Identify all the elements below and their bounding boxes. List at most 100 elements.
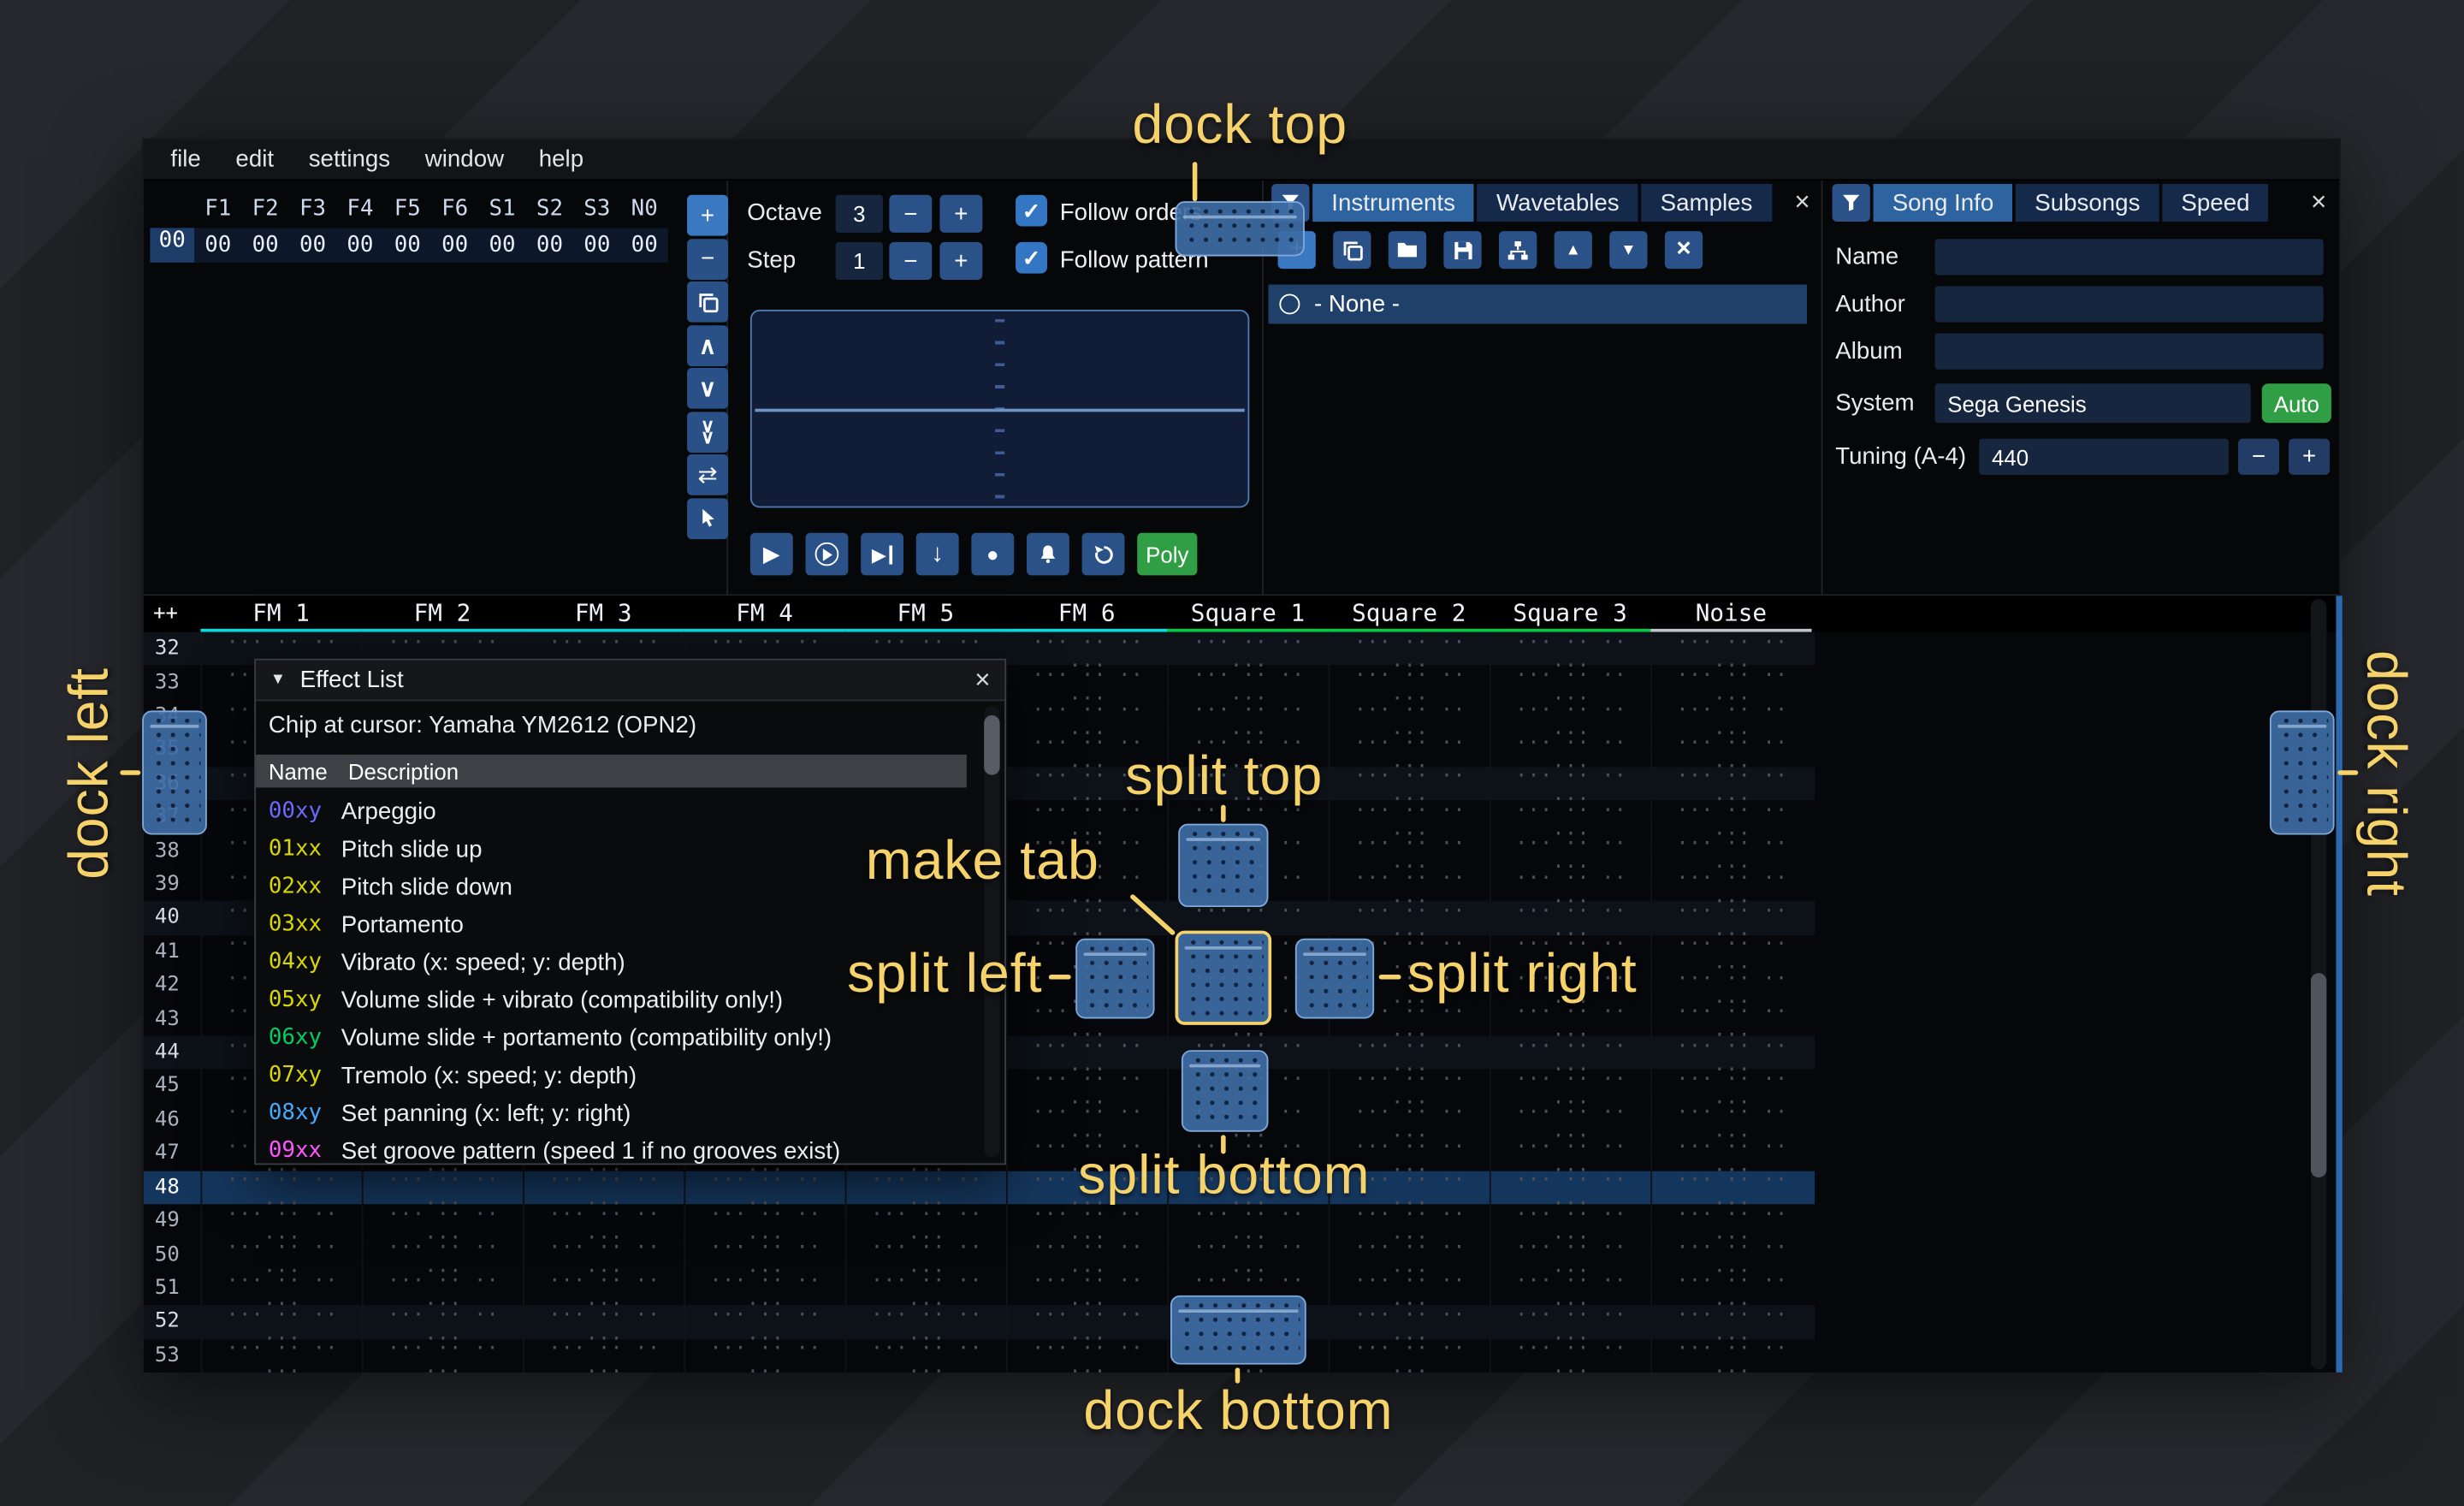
- tab-instruments[interactable]: Instruments: [1312, 184, 1474, 222]
- pattern-row-53[interactable]: 53... .. .. ...... .. .. ...... .. .. ..…: [144, 1338, 1815, 1372]
- effect-row-00xy[interactable]: 00xyArpeggio: [256, 792, 976, 830]
- effect-list-scrollbar-thumb[interactable]: [984, 715, 999, 775]
- order-add-button[interactable]: +: [687, 195, 728, 236]
- instrument-organize-button[interactable]: [1499, 231, 1537, 269]
- channel-header-fm-5[interactable]: FM 5: [845, 596, 1006, 631]
- tab-samples[interactable]: Samples: [1641, 184, 1771, 222]
- order-remove-button[interactable]: −: [687, 238, 728, 279]
- pattern-cell[interactable]: ... .. .. ...: [845, 1332, 1006, 1373]
- pattern-cell[interactable]: ... .. .. ...: [1006, 1332, 1167, 1373]
- split-bottom-target[interactable]: [1182, 1050, 1269, 1132]
- album-input[interactable]: [1935, 333, 2324, 369]
- pattern-cell[interactable]: ... .. .. ...: [1329, 1332, 1490, 1373]
- channel-header-noise[interactable]: Noise: [1650, 596, 1811, 631]
- order-cell-6[interactable]: 00: [478, 233, 525, 258]
- split-left-target[interactable]: [1075, 939, 1154, 1019]
- author-input[interactable]: [1935, 286, 2324, 322]
- channel-header-fm-2[interactable]: FM 2: [362, 596, 523, 631]
- system-auto-button[interactable]: Auto: [2262, 383, 2331, 423]
- step-row-button[interactable]: ↓: [916, 533, 959, 576]
- dock-bottom-target[interactable]: [1170, 1296, 1306, 1365]
- instrument-list-item-none[interactable]: - None -: [1268, 285, 1807, 324]
- order-duplicate-button[interactable]: [687, 282, 728, 323]
- order-change-mode-button[interactable]: ⇄: [687, 454, 728, 495]
- menu-item-settings[interactable]: settings: [291, 141, 407, 177]
- step-increase-button[interactable]: +: [939, 242, 982, 280]
- channel-header-fm-6[interactable]: FM 6: [1006, 596, 1167, 631]
- order-cell-5[interactable]: 00: [431, 233, 478, 258]
- play-button[interactable]: ▶: [750, 533, 793, 576]
- effect-list-title-bar[interactable]: ▼ Effect List ×: [256, 661, 1004, 702]
- order-row-index[interactable]: 00: [150, 228, 194, 262]
- effect-list-scrollbar[interactable]: [984, 706, 999, 1157]
- effect-row-07xy[interactable]: 07xyTremolo (x: speed; y: depth): [256, 1057, 976, 1094]
- tab-song-info[interactable]: Song Info: [1874, 184, 2013, 222]
- play-from-beginning-button[interactable]: [806, 533, 849, 576]
- tuning-decrease-button[interactable]: −: [2238, 439, 2279, 475]
- follow-orders-checkbox[interactable]: ✓: [1016, 195, 1047, 227]
- channel-header-fm-3[interactable]: FM 3: [523, 596, 684, 631]
- tuning-input[interactable]: 440: [1979, 439, 2229, 475]
- instrument-delete-button[interactable]: ×: [1665, 231, 1703, 269]
- order-move-to-end-button[interactable]: ∨∨: [687, 411, 728, 452]
- instrument-duplicate-button[interactable]: [1333, 231, 1371, 269]
- pattern-scrollbar-thumb[interactable]: [2311, 973, 2326, 1177]
- pattern-cell[interactable]: ... .. .. ...: [684, 1332, 844, 1373]
- octave-increase-button[interactable]: +: [939, 195, 982, 233]
- order-row[interactable]: 00 00000000000000000000: [150, 228, 668, 262]
- poly-button[interactable]: Poly: [1137, 533, 1197, 576]
- instrument-save-button[interactable]: [1443, 231, 1481, 269]
- octave-input[interactable]: 3: [836, 195, 883, 233]
- menu-item-file[interactable]: file: [153, 141, 218, 177]
- instrument-move-up-button[interactable]: ▲: [1555, 231, 1592, 269]
- effect-row-03xx[interactable]: 03xxPortamento: [256, 905, 976, 943]
- pattern-expand-button[interactable]: ++: [144, 596, 200, 631]
- order-cell-3[interactable]: 00: [336, 233, 383, 258]
- effect-row-08xy[interactable]: 08xySet panning (x: left; y: right): [256, 1094, 976, 1132]
- order-cell-1[interactable]: 00: [241, 233, 288, 258]
- assets-panel-close-button[interactable]: ×: [1785, 187, 1820, 219]
- system-input[interactable]: Sega Genesis: [1935, 383, 2251, 423]
- effect-list-close-button[interactable]: ×: [974, 664, 990, 696]
- order-edit-mode-button[interactable]: [687, 497, 728, 538]
- menu-item-window[interactable]: window: [407, 141, 521, 177]
- song-panel-close-button[interactable]: ×: [2301, 187, 2336, 219]
- split-top-target[interactable]: [1178, 824, 1268, 907]
- order-move-down-button[interactable]: ∨: [687, 368, 728, 409]
- menu-item-help[interactable]: help: [521, 141, 601, 177]
- metronome-button[interactable]: [1027, 533, 1069, 576]
- order-cell-9[interactable]: 00: [621, 233, 668, 258]
- octave-decrease-button[interactable]: −: [889, 195, 932, 233]
- dock-top-target[interactable]: [1176, 201, 1305, 256]
- channel-header-square-3[interactable]: Square 3: [1490, 596, 1650, 631]
- order-cell-0[interactable]: 00: [194, 233, 241, 258]
- instrument-move-down-button[interactable]: ▼: [1609, 231, 1647, 269]
- dock-right-target[interactable]: [2270, 710, 2335, 834]
- effect-row-09xx[interactable]: 09xxSet groove pattern (speed 1 if no gr…: [256, 1132, 976, 1170]
- stop-button[interactable]: ●: [971, 533, 1014, 576]
- channel-header-fm-4[interactable]: FM 4: [684, 596, 844, 631]
- name-input[interactable]: [1935, 239, 2324, 275]
- follow-pattern-checkbox[interactable]: ✓: [1016, 242, 1047, 274]
- step-decrease-button[interactable]: −: [889, 242, 932, 280]
- split-right-target[interactable]: [1295, 939, 1374, 1019]
- play-from-cursor-button[interactable]: ▶: [861, 533, 903, 576]
- order-cell-2[interactable]: 00: [289, 233, 336, 258]
- repeat-pattern-button[interactable]: [1082, 533, 1125, 576]
- channel-header-fm-1[interactable]: FM 1: [200, 596, 361, 631]
- step-input[interactable]: 1: [836, 242, 883, 280]
- order-cell-4[interactable]: 00: [384, 233, 431, 258]
- order-move-up-button[interactable]: ∧: [687, 324, 728, 365]
- pattern-cell[interactable]: ... .. .. ...: [362, 1332, 523, 1373]
- order-cell-8[interactable]: 00: [573, 233, 620, 258]
- dock-left-target[interactable]: [142, 710, 207, 834]
- effect-row-06xy[interactable]: 06xyVolume slide + portamento (compatibi…: [256, 1018, 976, 1056]
- effect-list-column-header[interactable]: Name Description: [256, 755, 967, 788]
- song-filter-button[interactable]: [1833, 184, 1870, 222]
- order-cell-7[interactable]: 00: [526, 233, 573, 258]
- collapse-triangle-icon[interactable]: ▼: [270, 671, 286, 688]
- make-tab-target[interactable]: [1176, 931, 1272, 1025]
- channel-header-square-1[interactable]: Square 1: [1167, 596, 1328, 631]
- pattern-cell[interactable]: ... .. .. ...: [1650, 1332, 1811, 1373]
- pattern-cell[interactable]: ... .. .. ...: [523, 1332, 684, 1373]
